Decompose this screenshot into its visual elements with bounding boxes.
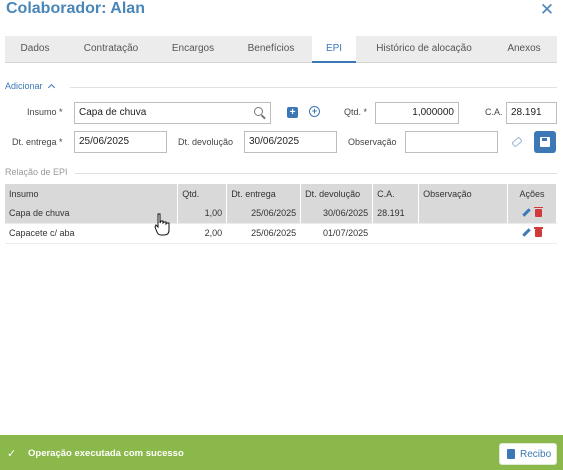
cell-observacao <box>418 203 508 224</box>
receipt-icon <box>507 449 515 459</box>
ca-input[interactable]: 28.191 <box>506 102 557 124</box>
tab-dados[interactable]: Dados <box>5 36 65 62</box>
observacao-input[interactable] <box>405 131 498 153</box>
table-header-row: Insumo Qtd. Dt. entrega Dt. devolução C.… <box>5 184 558 203</box>
table-row[interactable]: Capacete c/ aba 2,00 25/06/2025 01/07/20… <box>5 223 558 244</box>
edit-icon[interactable] <box>522 208 531 217</box>
col-insumo[interactable]: Insumo <box>5 184 179 203</box>
dt-devolucao-input[interactable]: 30/06/2025 <box>244 131 337 153</box>
close-icon[interactable]: ✕ <box>538 1 556 19</box>
add-circle-icon[interactable]: + <box>309 106 320 117</box>
delete-icon[interactable] <box>533 206 543 217</box>
tab-anexos[interactable]: Anexos <box>491 36 557 62</box>
add-square-icon[interactable]: + <box>287 107 298 118</box>
chevron-up-icon <box>47 83 55 92</box>
insumo-input[interactable]: Capa de chuva <box>74 102 271 124</box>
add-section-header[interactable]: Adicionar <box>5 81 55 92</box>
cell-dt-entrega: 25/06/2025 <box>226 203 302 224</box>
observacao-label: Observação <box>348 137 397 147</box>
tab-encargos[interactable]: Encargos <box>157 36 229 62</box>
cell-ca <box>372 223 420 244</box>
add-section-divider <box>70 87 557 88</box>
toast-message: Operação executada com sucesso <box>28 448 184 459</box>
col-dt-devolucao[interactable]: Dt. devolução <box>300 184 374 203</box>
dt-devolucao-label: Dt. devolução <box>178 137 234 147</box>
tab-beneficios[interactable]: Benefícios <box>233 36 309 62</box>
col-ca[interactable]: C.A. <box>372 184 420 203</box>
recibo-label: Recibo <box>520 449 552 460</box>
col-acoes: Ações <box>507 184 558 203</box>
cell-acoes <box>507 223 558 244</box>
insumo-value: Capa de chuva <box>79 107 147 118</box>
save-icon <box>540 137 550 147</box>
epi-list-title: Relação de EPI <box>5 167 68 177</box>
col-qtd[interactable]: Qtd. <box>177 184 228 203</box>
cell-insumo: Capacete c/ aba <box>5 223 179 244</box>
cell-acoes <box>507 203 558 224</box>
delete-icon[interactable] <box>533 227 543 237</box>
epi-list-divider <box>75 173 557 174</box>
tab-historico-alocacao[interactable]: Histórico de alocação <box>360 36 488 62</box>
qtd-label: Qtd. * <box>344 107 368 117</box>
success-toast: ✓ Operação executada com sucesso <box>0 435 563 470</box>
col-dt-entrega[interactable]: Dt. entrega <box>226 184 302 203</box>
col-observacao[interactable]: Observação <box>418 184 508 203</box>
cell-qtd: 2,00 <box>177 223 228 244</box>
hand-cursor-icon <box>154 213 170 236</box>
cell-ca: 28.191 <box>372 203 420 224</box>
dt-entrega-input[interactable]: 25/06/2025 <box>74 131 167 153</box>
save-button[interactable] <box>534 131 556 153</box>
table-row[interactable]: Capa de chuva 1,00 25/06/2025 30/06/2025… <box>5 203 558 224</box>
qtd-input[interactable]: 1,000000 <box>375 102 459 124</box>
cell-observacao <box>418 223 508 244</box>
epi-table: Insumo Qtd. Dt. entrega Dt. devolução C.… <box>5 184 558 244</box>
tab-bar: Dados Contratação Encargos Benefícios EP… <box>5 36 557 63</box>
page-title: Colaborador: Alan <box>6 0 145 17</box>
cell-dt-devolucao: 30/06/2025 <box>300 203 374 224</box>
cell-dt-entrega: 25/06/2025 <box>226 223 302 244</box>
recibo-button[interactable]: Recibo <box>499 443 557 465</box>
dt-entrega-label: Dt. entrega * <box>12 137 63 147</box>
cell-insumo: Capa de chuva <box>5 203 179 224</box>
edit-icon[interactable] <box>522 228 531 237</box>
check-icon: ✓ <box>7 448 17 460</box>
cell-dt-devolucao: 01/07/2025 <box>300 223 374 244</box>
eraser-icon[interactable] <box>511 136 523 148</box>
ca-label: C.A. <box>485 107 503 117</box>
cell-qtd: 1,00 <box>177 203 228 224</box>
tab-epi[interactable]: EPI <box>312 36 356 63</box>
tab-contratacao[interactable]: Contratação <box>67 36 155 62</box>
insumo-label: Insumo * <box>27 107 63 117</box>
add-section-title: Adicionar <box>5 81 43 91</box>
search-icon[interactable] <box>254 107 263 116</box>
